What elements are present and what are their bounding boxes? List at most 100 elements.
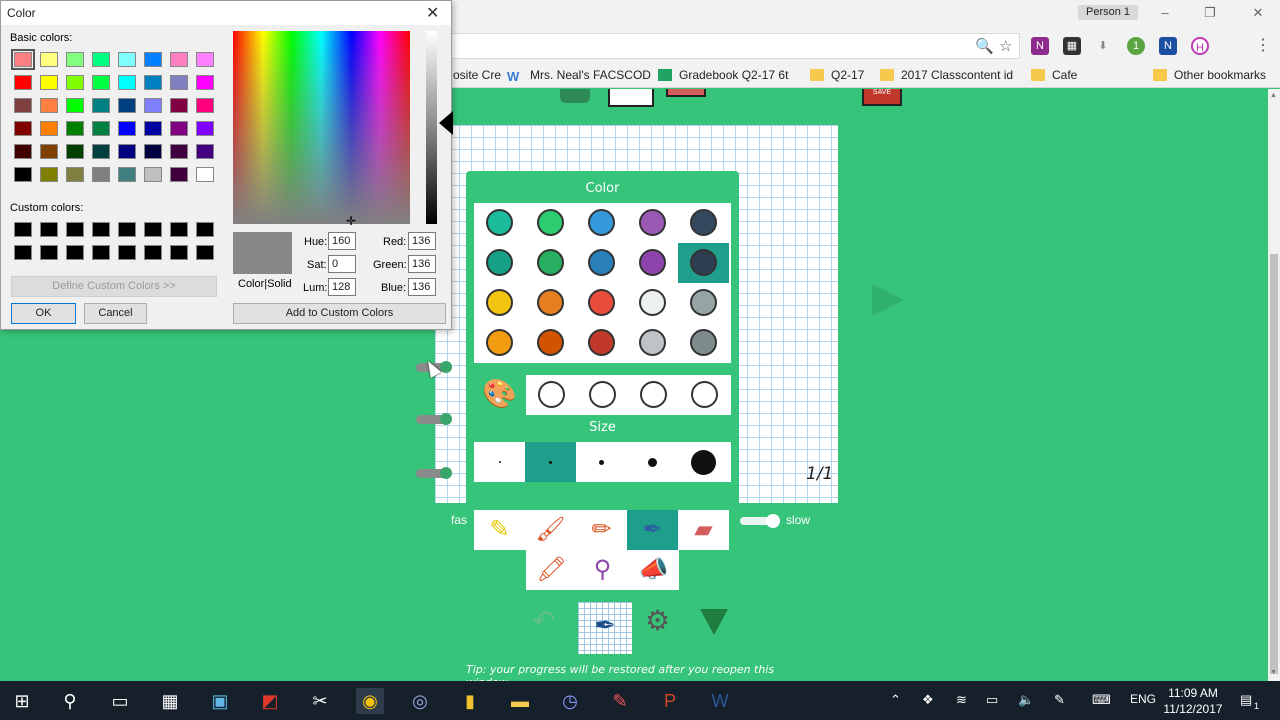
basic-color-swatch[interactable] xyxy=(40,52,58,67)
volume-icon[interactable]: 🔈 xyxy=(1018,692,1034,708)
green-field[interactable]: 136 xyxy=(408,255,436,273)
marker-tool-icon[interactable]: 🖍 xyxy=(526,550,577,590)
zoom-icon[interactable]: 🔍 xyxy=(975,37,994,55)
basic-color-swatch[interactable] xyxy=(144,167,162,182)
ok-button[interactable]: OK xyxy=(11,303,76,324)
cortana-icon[interactable]: ◎ xyxy=(406,688,434,714)
palette-color-swatch[interactable] xyxy=(639,209,666,236)
pen-tool-icon[interactable]: ✒ xyxy=(627,510,678,550)
calculator-icon[interactable]: ▦ xyxy=(156,688,184,714)
basic-color-swatch[interactable] xyxy=(118,167,136,182)
basic-color-swatch[interactable] xyxy=(92,52,110,67)
basic-color-swatch[interactable] xyxy=(66,144,84,159)
brush-tool-icon[interactable]: 🖌 xyxy=(525,510,576,550)
shirt-icon[interactable] xyxy=(560,89,590,103)
basic-color-swatch[interactable] xyxy=(144,52,162,67)
red-field[interactable]: 136 xyxy=(408,232,436,250)
basic-color-swatch[interactable] xyxy=(144,121,162,136)
basic-color-swatch[interactable] xyxy=(92,144,110,159)
bookmark-item[interactable]: Cafe xyxy=(1031,67,1077,83)
basic-color-swatch[interactable] xyxy=(196,144,214,159)
basic-color-swatch[interactable] xyxy=(170,98,188,113)
highlighter-tool-icon[interactable]: ✎ xyxy=(474,510,525,550)
undo-icon[interactable]: ↶ xyxy=(532,604,555,637)
palette-color-swatch[interactable] xyxy=(486,249,513,276)
palette-color-swatch[interactable] xyxy=(486,209,513,236)
palette-color-swatch[interactable] xyxy=(588,329,615,356)
basic-color-swatch[interactable] xyxy=(14,167,32,182)
bookmark-item[interactable]: W Mrs. Neal's FACSCOD xyxy=(507,67,651,84)
palette-color-swatch[interactable] xyxy=(690,209,717,236)
film-extension-icon[interactable]: ▦ xyxy=(1063,37,1081,55)
custom-palette-icon[interactable]: 🎨 xyxy=(482,378,518,410)
basic-color-swatch[interactable] xyxy=(118,52,136,67)
scroll-thumb[interactable] xyxy=(1270,254,1278,674)
luminosity-bar[interactable] xyxy=(426,31,437,224)
show-hidden-icons[interactable]: ⌃ xyxy=(890,692,901,708)
notifications-icon[interactable]: ▤ xyxy=(1240,692,1252,708)
custom-color-slot[interactable] xyxy=(640,381,667,408)
keyboard-icon[interactable]: ⌨ xyxy=(1092,692,1111,708)
save-icon[interactable]: SAVE xyxy=(862,89,902,106)
basic-color-swatch[interactable] xyxy=(196,98,214,113)
speed-slider-knob[interactable] xyxy=(766,514,780,528)
close-icon[interactable]: ✕ xyxy=(426,3,439,23)
custom-color-swatch[interactable] xyxy=(14,222,32,237)
other-bookmarks[interactable]: Other bookmarks xyxy=(1153,67,1266,83)
bookmark-item[interactable]: osite Cre xyxy=(453,67,501,83)
custom-color-swatch[interactable] xyxy=(196,245,214,260)
address-bar[interactable]: 🔍 ☆ xyxy=(440,33,1020,59)
cancel-button[interactable]: Cancel xyxy=(84,303,147,324)
crayon-tool-icon[interactable]: ✏ xyxy=(576,510,627,550)
restore-button[interactable]: ❐ xyxy=(1190,2,1230,24)
custom-color-swatch[interactable] xyxy=(92,245,110,260)
language-indicator[interactable]: ENG xyxy=(1130,692,1156,706)
palette-color-swatch[interactable] xyxy=(690,289,717,316)
palette-color-swatch[interactable] xyxy=(588,289,615,316)
define-custom-colors-button[interactable]: Define Custom Colors >> xyxy=(11,276,217,297)
bookmark-item[interactable]: Q2-17 xyxy=(810,67,864,83)
basic-color-swatch[interactable] xyxy=(196,75,214,90)
stamp-tool-icon[interactable]: ⚲ xyxy=(577,550,628,590)
windows-start-icon[interactable]: ⊞ xyxy=(8,688,36,714)
custom-color-swatch[interactable] xyxy=(92,222,110,237)
size-option-1[interactable] xyxy=(474,442,525,482)
basic-color-swatch[interactable] xyxy=(144,144,162,159)
onenote-extension-icon[interactable]: N xyxy=(1031,37,1049,55)
extension-badge-icon[interactable]: 1 xyxy=(1127,37,1145,55)
basic-color-swatch[interactable] xyxy=(66,75,84,90)
blue-field[interactable]: 136 xyxy=(408,278,436,296)
settings-gear-icon[interactable]: ⚙ xyxy=(645,604,670,637)
basic-color-swatch[interactable] xyxy=(66,167,84,182)
folder-tab-icon[interactable] xyxy=(666,89,706,97)
draw-mode-icon[interactable]: ✒ xyxy=(578,602,632,654)
custom-color-swatch[interactable] xyxy=(118,245,136,260)
add-to-custom-colors-button[interactable]: Add to Custom Colors xyxy=(233,303,446,324)
clock[interactable]: 11:09 AM 11/12/2017 xyxy=(1160,685,1226,717)
basic-color-swatch[interactable] xyxy=(40,75,58,90)
battery-icon[interactable]: ▭ xyxy=(986,692,998,708)
bookmark-item[interactable]: 2017 Classcontent id xyxy=(880,67,1013,83)
basic-color-swatch[interactable] xyxy=(92,121,110,136)
bookmark-item[interactable]: Gradebook Q2-17 6t xyxy=(658,67,788,83)
basic-color-swatch[interactable] xyxy=(14,144,32,159)
dropbox-icon[interactable]: ❖ xyxy=(922,692,934,708)
next-page-arrow-icon[interactable] xyxy=(872,284,904,316)
scroll-up-icon[interactable]: ▲ xyxy=(1270,92,1277,99)
play-icon[interactable] xyxy=(700,609,728,635)
size-option-4[interactable] xyxy=(627,442,678,482)
palette-color-swatch[interactable] xyxy=(690,249,717,276)
minimize-button[interactable]: – xyxy=(1145,2,1185,24)
snipping-tool-icon[interactable]: ✂ xyxy=(306,688,334,714)
basic-color-swatch[interactable] xyxy=(40,121,58,136)
bookmark-star-icon[interactable]: ☆ xyxy=(999,37,1012,55)
basic-color-swatch[interactable] xyxy=(40,98,58,113)
basic-color-swatch[interactable] xyxy=(144,75,162,90)
basic-color-swatch[interactable] xyxy=(170,144,188,159)
size-option-3[interactable] xyxy=(576,442,627,482)
basic-color-swatch[interactable] xyxy=(118,98,136,113)
basic-color-swatch[interactable] xyxy=(92,75,110,90)
color-spectrum[interactable]: ✛ xyxy=(233,31,410,228)
luminosity-slider-arrow-icon[interactable] xyxy=(439,111,453,135)
custom-color-swatch[interactable] xyxy=(144,245,162,260)
